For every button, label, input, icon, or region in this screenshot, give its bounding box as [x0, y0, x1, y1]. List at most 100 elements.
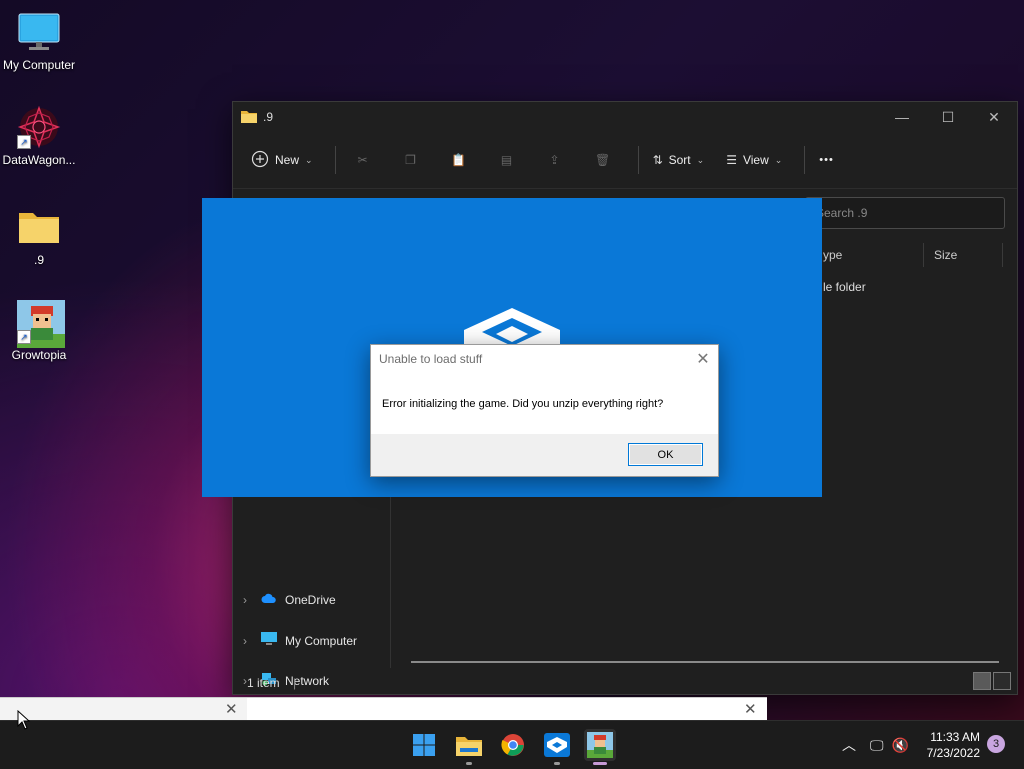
- dialog-titlebar[interactable]: Unable to load stuff ✕: [371, 345, 718, 373]
- taskbar-growtopia[interactable]: [584, 729, 616, 765]
- view-label: View: [742, 153, 769, 167]
- clock-date: 7/23/2022: [926, 746, 980, 760]
- desktop-icon-growtopia[interactable]: ↗ Growtopia: [1, 300, 77, 362]
- view-toggle: [973, 672, 1011, 690]
- column-header-type[interactable]: ype: [813, 243, 924, 267]
- sort-label: Sort: [668, 153, 691, 167]
- more-options-button[interactable]: •••: [819, 154, 834, 166]
- close-icon[interactable]: ✕: [225, 700, 238, 718]
- share-icon[interactable]: ⇪: [542, 147, 568, 173]
- background-window-strip-left[interactable]: ✕: [0, 697, 247, 721]
- rename-icon[interactable]: ▤: [494, 147, 520, 173]
- sort-arrows-icon: ⇅: [652, 153, 663, 167]
- taskbar-game-launcher[interactable]: [541, 729, 573, 765]
- new-button[interactable]: New ⌄: [251, 150, 313, 171]
- desktop-icon-label: DataWagon...: [2, 153, 76, 167]
- folder-icon: [456, 737, 482, 756]
- taskbar-chrome[interactable]: [497, 729, 529, 761]
- paste-icon[interactable]: 📋: [446, 147, 472, 173]
- chevron-down-icon: ⌄: [305, 154, 313, 165]
- search-input[interactable]: Search .9: [805, 197, 1005, 229]
- more-dots-icon: •••: [819, 154, 834, 166]
- desktop-icon-my-computer[interactable]: My Computer: [1, 10, 77, 72]
- item-count: 1 item: [247, 676, 280, 690]
- dialog-close-button[interactable]: ✕: [688, 349, 718, 369]
- status-divider: |: [293, 676, 297, 690]
- desktop-icon-label: .9: [33, 253, 44, 267]
- cloud-icon: [261, 592, 277, 607]
- error-dialog[interactable]: Unable to load stuff ✕ Error initializin…: [370, 344, 719, 477]
- chevron-right-icon: ›: [243, 592, 247, 607]
- folder-icon: [17, 205, 61, 249]
- desktop-icon-datawagon[interactable]: ↗ DataWagon...: [1, 105, 77, 167]
- monitor-icon: [17, 10, 61, 54]
- view-button[interactable]: ☰ View ⌄: [726, 153, 782, 167]
- nav-item-onedrive[interactable]: › OneDrive: [243, 592, 336, 607]
- tiles-view-button[interactable]: [993, 672, 1011, 690]
- active-indicator: [593, 762, 607, 765]
- nav-item-label: My Computer: [285, 633, 358, 648]
- chevron-down-icon: ⌄: [774, 154, 783, 165]
- running-indicator: [554, 762, 560, 765]
- notification-badge[interactable]: 3: [987, 735, 1005, 753]
- ok-button[interactable]: OK: [628, 443, 703, 466]
- details-view-button[interactable]: [973, 672, 991, 690]
- desktop-icon-folder-9[interactable]: .9: [1, 205, 77, 267]
- taskbar: ︿ 🖵 🔇 11:33 AM 7/23/2022: [0, 720, 1024, 769]
- copy-icon[interactable]: ❐: [398, 147, 424, 173]
- minimize-button[interactable]: —: [879, 102, 925, 132]
- nav-item-my-computer[interactable]: › My Computer: [243, 632, 357, 649]
- toolbar-divider: [804, 146, 806, 174]
- new-label: New: [275, 153, 300, 167]
- start-button[interactable]: [408, 729, 440, 761]
- dialog-body: Error initializing the game. Did you unz…: [371, 373, 718, 434]
- toolbar-divider: [334, 146, 336, 174]
- running-indicator: [466, 762, 472, 765]
- view-lines-icon: ☰: [726, 153, 737, 167]
- clock[interactable]: 11:33 AM 7/23/2022: [918, 729, 980, 761]
- chrome-icon: [501, 734, 524, 756]
- file-type-cell: le folder: [823, 280, 866, 294]
- dialog-footer: OK: [371, 434, 718, 475]
- chevron-down-icon: ⌄: [696, 154, 705, 165]
- system-tray: ︿ 🖵 🔇: [842, 721, 909, 769]
- window-title: .9: [263, 110, 274, 124]
- column-headers: ype Size: [813, 243, 1003, 267]
- dialog-message: Error initializing the game. Did you unz…: [382, 397, 664, 410]
- chevron-up-icon[interactable]: ︿: [842, 735, 856, 755]
- maximize-button[interactable]: ☐: [925, 102, 971, 132]
- desktop-icon-label: Growtopia: [11, 348, 67, 362]
- taskbar-file-explorer[interactable]: [453, 729, 485, 765]
- toolbar-divider: [637, 146, 639, 174]
- nav-item-label: OneDrive: [285, 592, 336, 607]
- game-logo-icon: [544, 733, 570, 757]
- network-status-icon[interactable]: 🖵: [870, 737, 884, 754]
- monitor-icon: [261, 632, 277, 649]
- growtopia-icon: [587, 732, 613, 758]
- shortcut-arrow-icon: ↗: [17, 135, 31, 149]
- close-button[interactable]: ✕: [971, 102, 1017, 132]
- delete-icon[interactable]: 🗑: [590, 147, 616, 173]
- background-window-strip-right[interactable]: ✕: [247, 697, 767, 721]
- status-bar: 1 item |: [247, 676, 296, 690]
- desktop-icon-label: My Computer: [2, 58, 76, 72]
- chevron-right-icon: ›: [243, 633, 247, 648]
- folder-icon: [241, 109, 257, 126]
- column-header-size[interactable]: Size: [924, 243, 1003, 267]
- shortcut-arrow-icon: ↗: [17, 330, 31, 344]
- plus-circle-icon: [251, 150, 269, 171]
- search-placeholder: Search .9: [816, 206, 868, 220]
- horizontal-scrollbar[interactable]: [411, 661, 999, 663]
- datawagon-icon: ↗: [17, 105, 61, 149]
- growtopia-icon: ↗: [17, 300, 65, 348]
- explorer-titlebar[interactable]: .9 — ☐ ✕: [233, 102, 1017, 132]
- close-icon[interactable]: ✕: [744, 700, 757, 718]
- cut-icon[interactable]: ✂: [350, 147, 376, 173]
- clock-time: 11:33 AM: [930, 730, 980, 744]
- sort-button[interactable]: ⇅ Sort ⌄: [653, 153, 705, 167]
- windows-logo-icon: [413, 734, 435, 756]
- dialog-title: Unable to load stuff: [379, 352, 483, 366]
- mouse-cursor-icon: [17, 709, 31, 735]
- volume-muted-icon[interactable]: 🔇: [892, 737, 909, 754]
- command-bar: New ⌄ ✂ ❐ 📋 ▤ ⇪ 🗑 ⇅ Sort ⌄ ☰ View ⌄ •••: [233, 132, 1017, 189]
